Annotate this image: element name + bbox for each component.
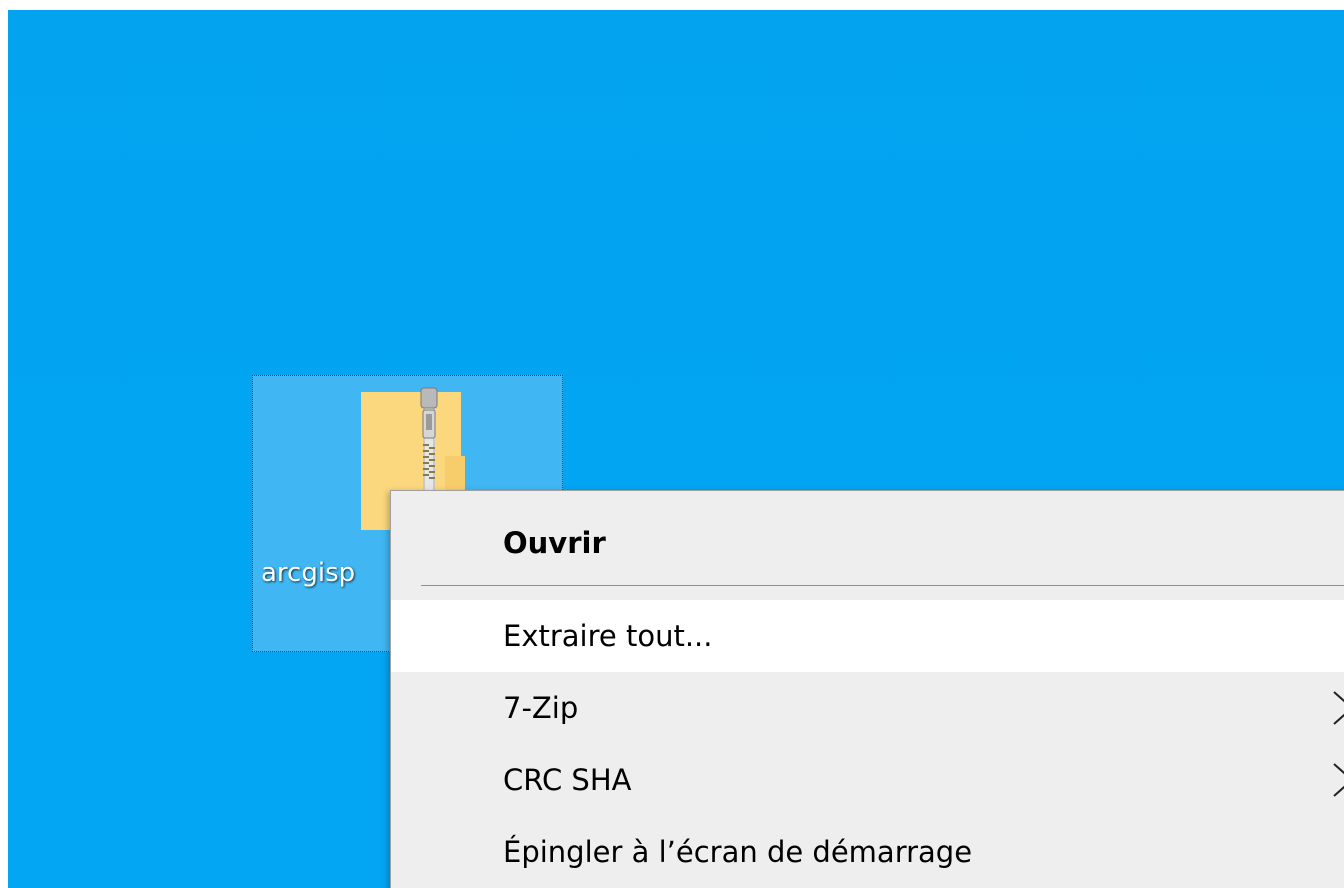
- chevron-right-icon: [1333, 763, 1344, 797]
- menu-item-label: CRC SHA: [503, 763, 632, 797]
- menu-item-7zip[interactable]: 7-Zip: [391, 672, 1344, 744]
- desktop[interactable]: arcgisp Ouvrir Extraire tout... 7-Zip CR…: [8, 10, 1344, 888]
- menu-item-extract-all[interactable]: Extraire tout...: [391, 600, 1344, 672]
- menu-item-label: Extraire tout...: [503, 619, 713, 653]
- menu-item-label: Ouvrir: [503, 526, 606, 560]
- menu-item-label: 7-Zip: [503, 691, 579, 725]
- menu-item-crc-sha[interactable]: CRC SHA: [391, 744, 1344, 816]
- menu-separator: [421, 585, 1344, 586]
- chevron-right-icon: [1333, 691, 1344, 725]
- menu-item-label: Épingler à l’écran de démarrage: [503, 835, 973, 869]
- desktop-icon-label: arcgisp: [261, 558, 356, 588]
- context-menu: Ouvrir Extraire tout... 7-Zip CRC SHA Ép…: [390, 490, 1344, 888]
- menu-item-open[interactable]: Ouvrir: [391, 507, 1344, 579]
- menu-item-pin-to-start[interactable]: Épingler à l’écran de démarrage: [391, 816, 1344, 888]
